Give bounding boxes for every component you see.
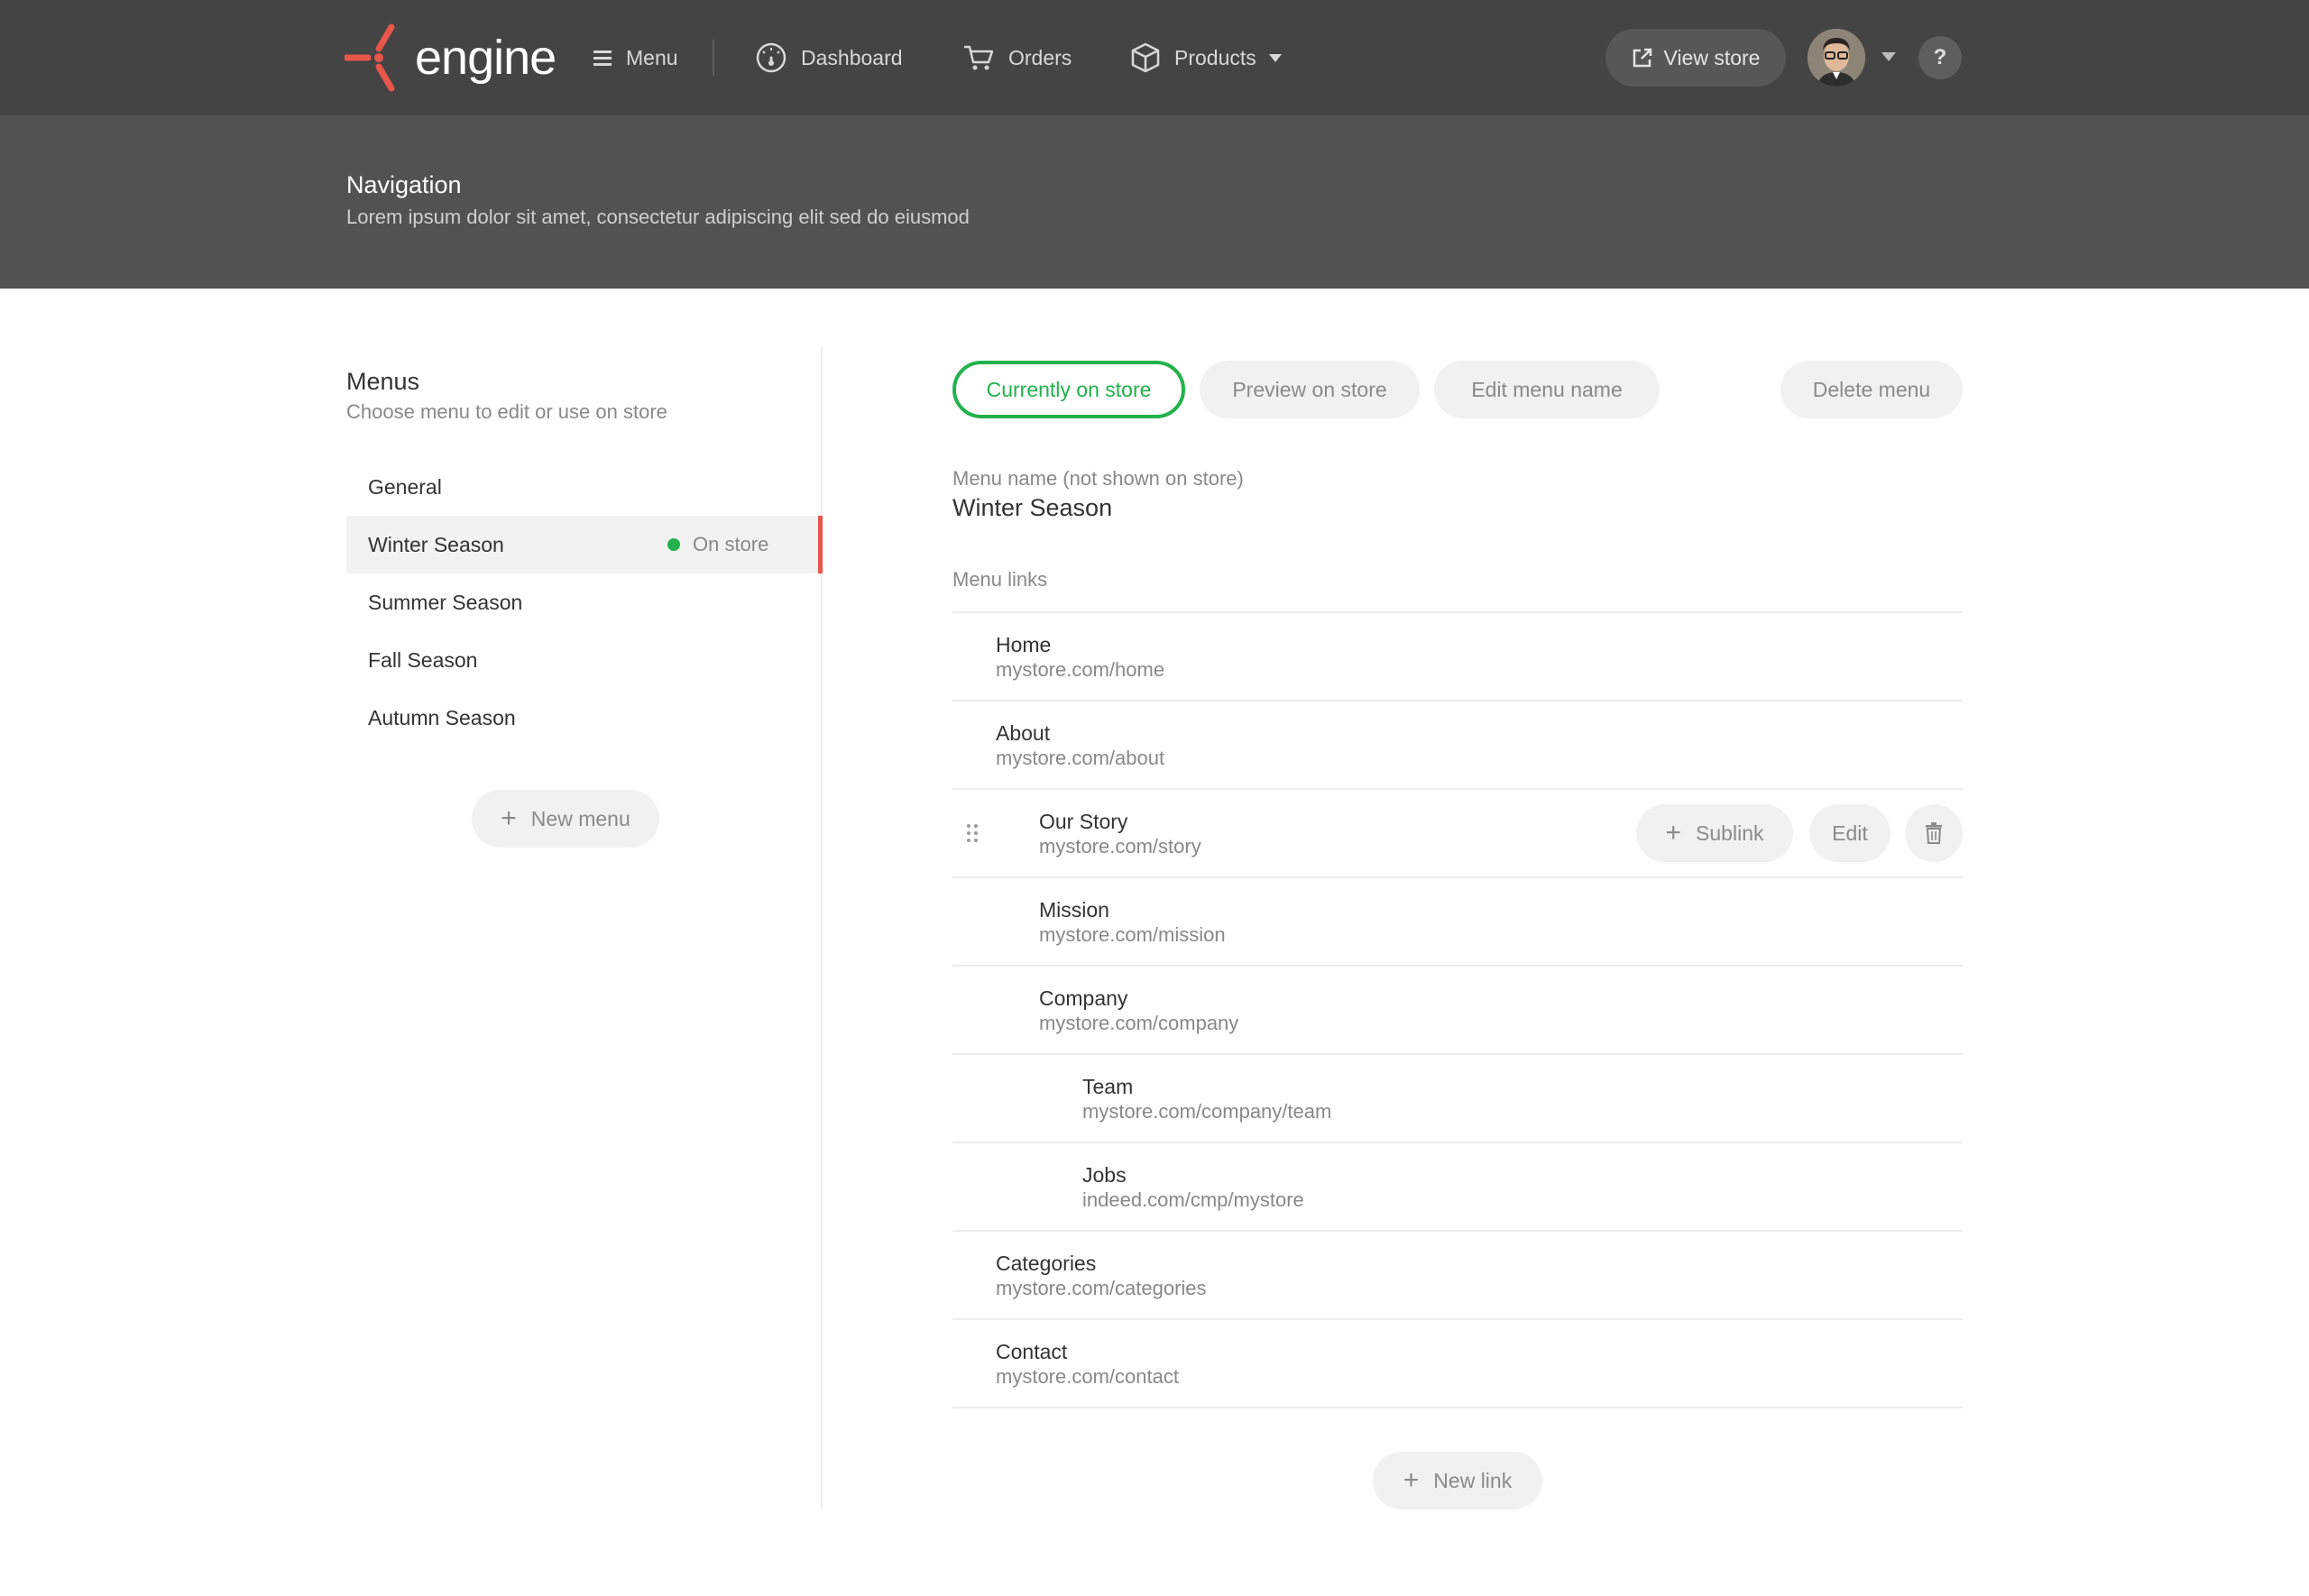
page-title: Navigation — [346, 171, 462, 198]
link-title: Company — [1039, 986, 1128, 1010]
nav-products-label: Products — [1174, 45, 1256, 69]
link-title: Mission — [1039, 898, 1109, 922]
link-url: mystore.com/contact — [996, 1365, 1179, 1388]
menu-item-summer-season[interactable]: Summer Season — [346, 573, 823, 631]
link-row-company[interactable]: Company mystore.com/company — [952, 967, 1963, 1055]
currently-on-store-button[interactable]: Currently on store — [952, 361, 1185, 418]
menu-item-label: Autumn Season — [368, 705, 516, 729]
link-title: Team — [1082, 1075, 1134, 1098]
link-url: mystore.com/company/team — [1082, 1100, 1332, 1123]
menu-item-label: Summer Season — [368, 590, 523, 614]
add-sublink-button[interactable]: + Sublink — [1636, 804, 1793, 862]
view-store-button[interactable]: View store — [1605, 29, 1786, 87]
plus-icon: + — [501, 803, 517, 833]
menu-item-general[interactable]: General — [346, 458, 823, 516]
plus-icon: + — [1665, 818, 1682, 848]
menu-item-label: Fall Season — [368, 647, 478, 672]
nav-menu-label: Menu — [626, 45, 678, 69]
link-url: mystore.com/home — [996, 658, 1165, 681]
link-title: Contact — [996, 1340, 1068, 1363]
link-url: indeed.com/cmp/mystore — [1082, 1188, 1304, 1211]
menu-list: General Winter Season On store Summer Se… — [346, 458, 823, 747]
view-store-label: View store — [1663, 45, 1761, 69]
sublink-label: Sublink — [1696, 821, 1764, 845]
link-row-about[interactable]: About mystore.com/about — [952, 702, 1963, 790]
menu-item-fall-season[interactable]: Fall Season — [346, 631, 823, 689]
edit-link-button[interactable]: Edit — [1809, 804, 1890, 862]
link-url: mystore.com/categories — [996, 1277, 1207, 1299]
on-store-badge: On store — [667, 516, 768, 573]
nav-orders-label: Orders — [1008, 45, 1072, 69]
link-title: Our Story — [1039, 810, 1128, 833]
delete-link-button[interactable] — [1905, 804, 1963, 862]
link-row-home[interactable]: Home mystore.com/home — [952, 613, 1963, 702]
link-url: mystore.com/mission — [1039, 923, 1226, 946]
link-url: mystore.com/story — [1039, 835, 1201, 858]
menu-item-autumn-season[interactable]: Autumn Season — [346, 689, 823, 747]
logo-text: engine — [415, 31, 557, 85]
cart-icon — [964, 45, 994, 70]
link-url: mystore.com/about — [996, 747, 1165, 769]
new-link-button[interactable]: + New link — [1373, 1452, 1542, 1509]
status-dot-icon — [667, 538, 680, 551]
on-store-label: On store — [693, 533, 769, 555]
menus-subtitle: Choose menu to edit or use on store — [346, 400, 667, 423]
page-description: Lorem ipsum dolor sit amet, consectetur … — [346, 206, 970, 228]
preview-on-store-button[interactable]: Preview on store — [1200, 361, 1420, 418]
link-title: Home — [996, 633, 1052, 656]
nav-orders[interactable]: Orders — [963, 34, 1072, 81]
menu-name-label: Menu name (not shown on store) — [952, 467, 1244, 490]
nav-products[interactable]: Products — [1131, 34, 1282, 81]
link-row-categories[interactable]: Categories mystore.com/categories — [952, 1232, 1963, 1320]
plus-icon: + — [1403, 1465, 1420, 1495]
user-avatar-icon — [1808, 29, 1865, 87]
avatar[interactable] — [1808, 29, 1865, 87]
link-title: About — [996, 721, 1051, 745]
menu-item-winter-season[interactable]: Winter Season On store — [346, 516, 823, 573]
new-link-label: New link — [1433, 1468, 1513, 1492]
nav-dashboard-label: Dashboard — [801, 45, 903, 69]
menu-name-value: Winter Season — [952, 494, 1113, 521]
link-row-our-story[interactable]: Our Story mystore.com/story + Sublink Ed… — [952, 790, 1963, 878]
box-icon — [1131, 42, 1160, 73]
logo[interactable]: engine — [345, 23, 557, 92]
link-row-jobs[interactable]: Jobs indeed.com/cmp/mystore — [952, 1143, 1963, 1232]
delete-menu-button[interactable]: Delete menu — [1780, 361, 1963, 418]
link-row-mission[interactable]: Mission mystore.com/mission — [952, 878, 1963, 967]
edit-menu-name-button[interactable]: Edit menu name — [1434, 361, 1660, 418]
menus-title: Menus — [346, 368, 420, 395]
nav-dashboard[interactable]: Dashboard — [756, 34, 903, 81]
menu-item-label: General — [368, 474, 442, 499]
hamburger-icon — [593, 50, 612, 66]
link-row-team[interactable]: Team mystore.com/company/team — [952, 1055, 1963, 1143]
page-header — [0, 115, 2309, 289]
drag-handle-icon[interactable] — [965, 822, 980, 844]
avatar-chevron-down-icon[interactable] — [1881, 52, 1896, 61]
new-menu-button[interactable]: + New menu — [472, 790, 659, 848]
external-link-icon — [1633, 48, 1651, 68]
nav-divider — [713, 40, 714, 76]
menu-links-label: Menu links — [952, 568, 1048, 591]
link-row-contact[interactable]: Contact mystore.com/contact — [952, 1320, 1963, 1408]
trash-icon — [1926, 822, 1942, 844]
gauge-icon — [756, 42, 787, 73]
link-title: Categories — [996, 1252, 1097, 1275]
help-button[interactable]: ? — [1918, 36, 1962, 79]
link-url: mystore.com/company — [1039, 1012, 1239, 1034]
new-menu-label: New menu — [530, 806, 630, 830]
chevron-down-icon — [1268, 53, 1282, 62]
menu-links-list: Home mystore.com/home About mystore.com/… — [952, 611, 1963, 1408]
logo-mark-icon — [345, 23, 395, 92]
link-title: Jobs — [1082, 1163, 1127, 1187]
nav-menu[interactable]: Menu — [593, 34, 678, 81]
menu-item-label: Winter Season — [368, 532, 504, 556]
top-bar: engine Menu Dashboard Orders Products Vi… — [0, 0, 2309, 115]
